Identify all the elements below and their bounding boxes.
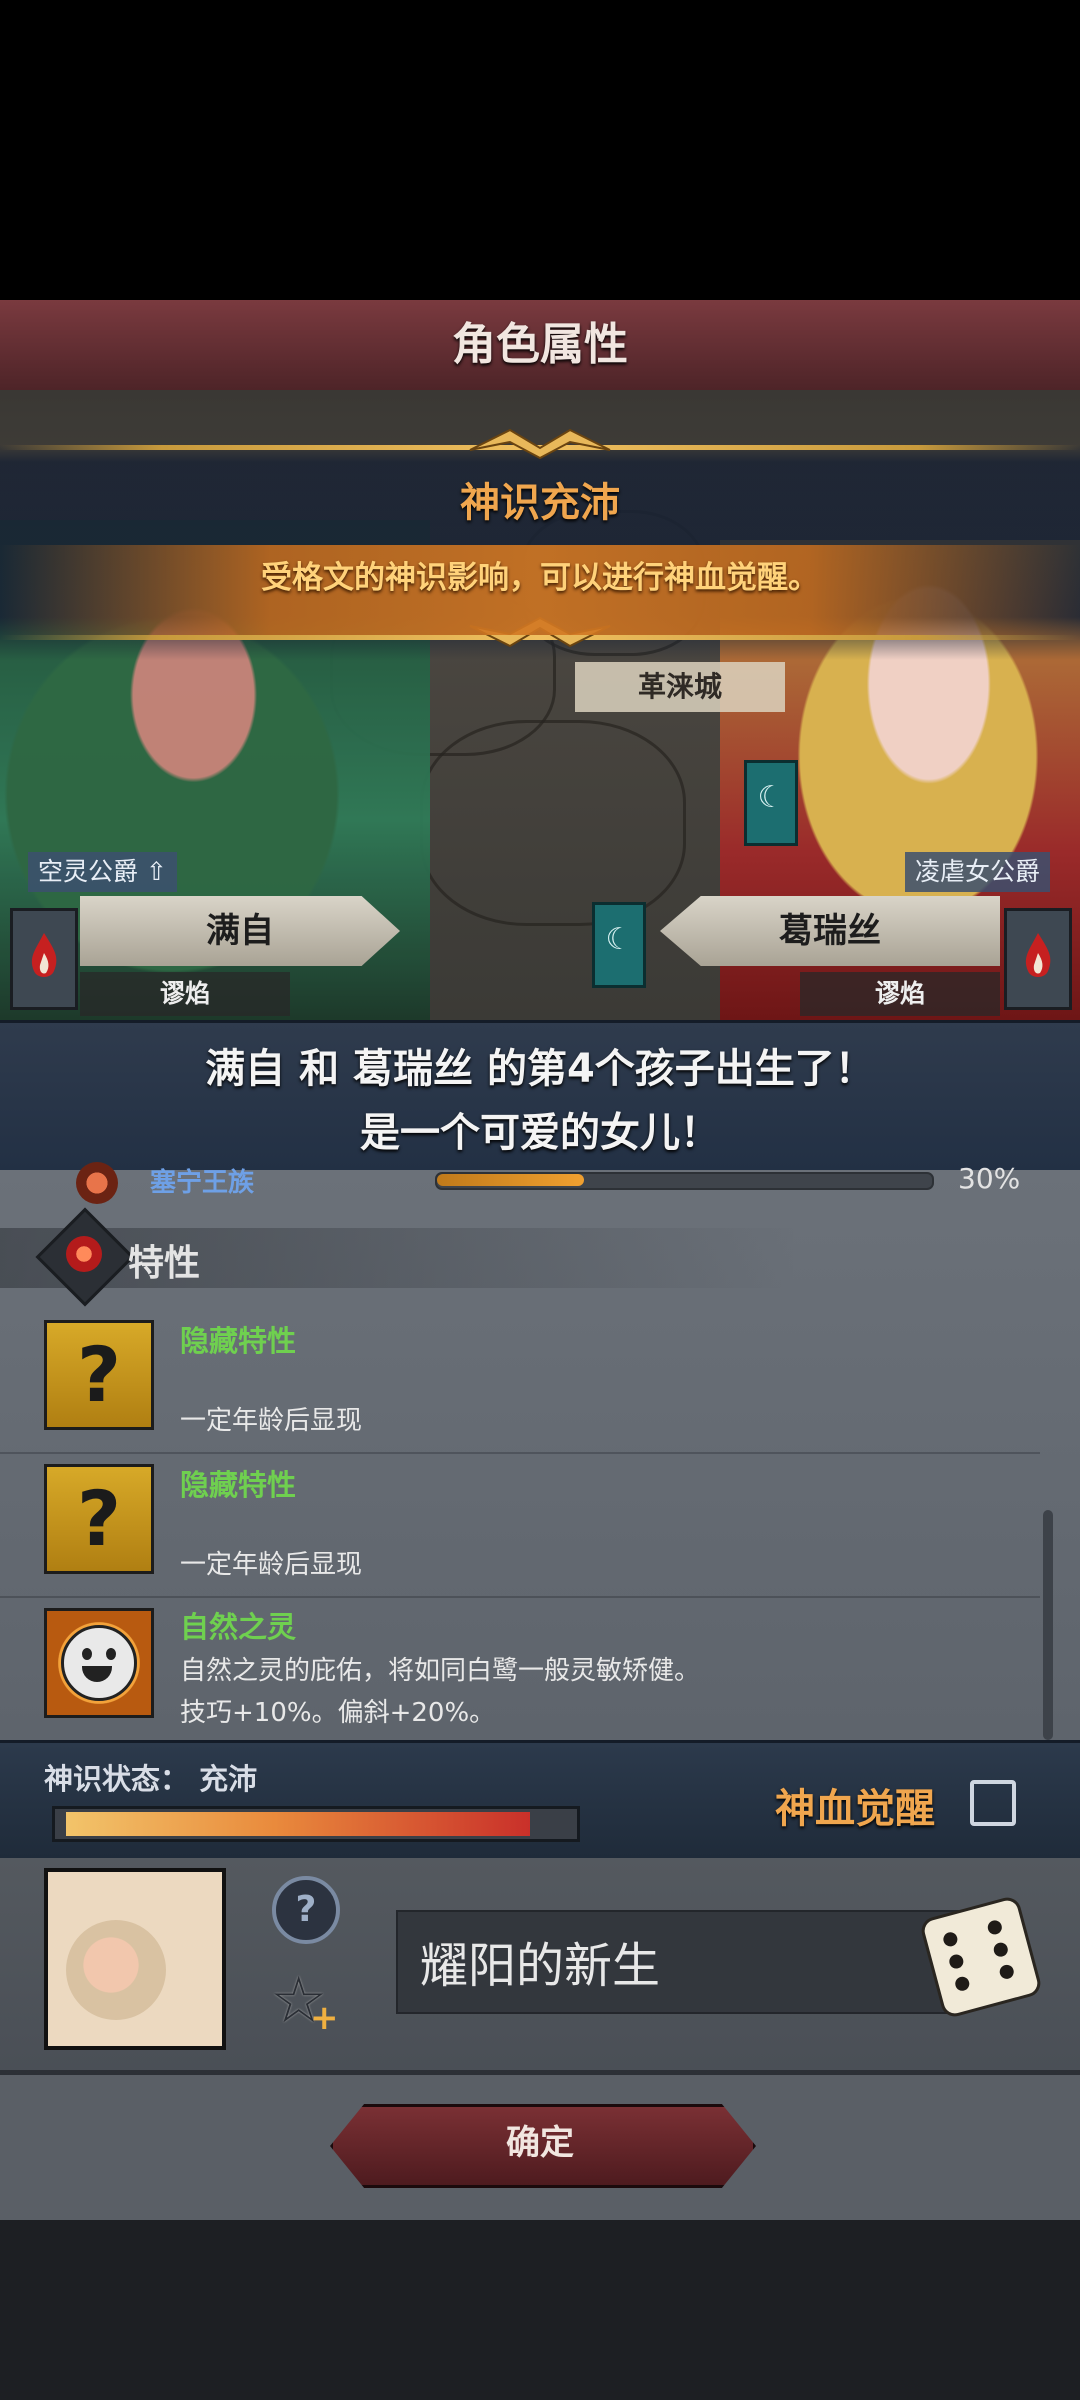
birth-message-line1: 满自 和 葛瑞丝 的第4个孩子出生了！ [205,1046,875,1092]
city-label: 革涞城 [575,662,785,712]
flame-icon [66,1236,102,1272]
trait-description: 一定年龄后显现 [180,1550,363,1580]
trait-description: 自然之灵的庇佑，将如同白鹭一般灵敏矫健。 [180,1656,701,1686]
father-flame-flag-icon [10,908,78,1010]
trait-description: 一定年龄后显现 [180,1406,363,1436]
awakening-title: 神识充沛 [460,480,620,526]
teal-banner-icon: ☾ [744,760,798,846]
clan-name: 塞宁王族 [150,1168,255,1198]
up-arrow-icon: ⇧ [145,857,167,886]
page-title: 角色属性 [452,319,628,370]
clan-percent: 30% [958,1162,1021,1195]
traits-section-title: 特性 [128,1243,201,1284]
clan-icon [76,1162,118,1204]
question-icon[interactable]: ? [44,1464,154,1574]
newborn-name: 耀阳的新生 [420,1938,661,1994]
father-house: 谬焰 [80,972,290,1016]
father-name-plate[interactable]: 满自 [80,896,400,966]
blood-awakening-checkbox[interactable] [970,1780,1016,1826]
mother-title: 凌虐女公爵 [905,852,1051,892]
father-title: 空灵公爵 ⇧ [28,852,177,892]
ornament-top-icon [469,428,611,460]
smile-sun-icon[interactable] [44,1608,154,1718]
mother-house: 谬焰 [800,972,1000,1016]
plus-icon: + [310,1998,339,2038]
divine-status-fill [66,1812,530,1836]
bottom-padding [0,2220,1080,2400]
awakening-description: 受格文的神识影响，可以进行神血觉醒。 [261,560,819,596]
panel-scrollbar[interactable] [1043,1510,1053,1740]
baby-face [66,1920,166,2020]
trait-row[interactable] [0,1310,1040,1454]
trait-row[interactable] [0,1454,1040,1598]
help-icon[interactable]: ? [272,1876,340,1944]
question-icon[interactable]: ? [44,1320,154,1430]
birth-message-line2: 是一个可爱的女儿！ [360,1110,720,1156]
confirm-button-label[interactable]: 确定 [330,2104,750,2182]
trait-effect: 技巧+10%。偏斜+20%。 [180,1698,496,1728]
clan-progress-fill [437,1174,584,1186]
blood-awakening-label: 神血觉醒 [775,1786,935,1832]
trait-name: 隐藏特性 [180,1324,297,1358]
teal-banner-center-icon: ☾ [592,902,646,988]
divine-status-label: 神识状态： 充沛 [44,1762,258,1796]
trait-name: 隐藏特性 [180,1468,297,1502]
trait-name: 自然之灵 [180,1610,297,1644]
mother-flame-flag-icon [1004,908,1072,1010]
mother-name-plate[interactable]: 葛瑞丝 [660,896,1000,966]
